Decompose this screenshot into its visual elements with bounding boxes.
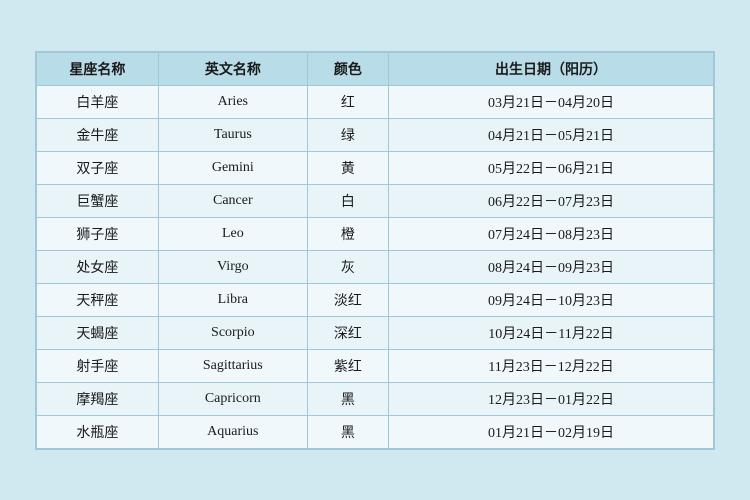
cell-zodiac-name: 摩羯座 [37, 382, 159, 415]
table-row: 射手座Sagittarius紫红11月23日－12月22日 [37, 349, 714, 382]
cell-zodiac-name: 水瓶座 [37, 415, 159, 448]
header-name: 星座名称 [37, 52, 159, 85]
header-date: 出生日期（阳历） [389, 52, 714, 85]
cell-color: 紫红 [307, 349, 388, 382]
cell-english-name: Leo [158, 217, 307, 250]
cell-english-name: Aries [158, 85, 307, 118]
cell-zodiac-name: 白羊座 [37, 85, 159, 118]
cell-english-name: Gemini [158, 151, 307, 184]
table-row: 天蝎座Scorpio深红10月24日－11月22日 [37, 316, 714, 349]
cell-color: 黑 [307, 415, 388, 448]
zodiac-table-container: 星座名称 英文名称 颜色 出生日期（阳历） 白羊座Aries红03月21日－04… [35, 51, 715, 450]
cell-color: 灰 [307, 250, 388, 283]
cell-english-name: Libra [158, 283, 307, 316]
cell-color: 绿 [307, 118, 388, 151]
cell-color: 红 [307, 85, 388, 118]
cell-zodiac-name: 狮子座 [37, 217, 159, 250]
cell-english-name: Virgo [158, 250, 307, 283]
table-row: 水瓶座Aquarius黑01月21日－02月19日 [37, 415, 714, 448]
cell-date: 10月24日－11月22日 [389, 316, 714, 349]
cell-zodiac-name: 巨蟹座 [37, 184, 159, 217]
cell-date: 11月23日－12月22日 [389, 349, 714, 382]
cell-zodiac-name: 双子座 [37, 151, 159, 184]
table-row: 金牛座Taurus绿04月21日－05月21日 [37, 118, 714, 151]
cell-zodiac-name: 处女座 [37, 250, 159, 283]
cell-english-name: Sagittarius [158, 349, 307, 382]
table-row: 双子座Gemini黄05月22日－06月21日 [37, 151, 714, 184]
cell-date: 06月22日－07月23日 [389, 184, 714, 217]
cell-zodiac-name: 天秤座 [37, 283, 159, 316]
cell-color: 淡红 [307, 283, 388, 316]
cell-english-name: Taurus [158, 118, 307, 151]
cell-date: 08月24日－09月23日 [389, 250, 714, 283]
cell-color: 黑 [307, 382, 388, 415]
table-row: 白羊座Aries红03月21日－04月20日 [37, 85, 714, 118]
cell-zodiac-name: 射手座 [37, 349, 159, 382]
cell-zodiac-name: 金牛座 [37, 118, 159, 151]
table-row: 狮子座Leo橙07月24日－08月23日 [37, 217, 714, 250]
cell-date: 09月24日－10月23日 [389, 283, 714, 316]
cell-english-name: Aquarius [158, 415, 307, 448]
cell-english-name: Capricorn [158, 382, 307, 415]
table-row: 摩羯座Capricorn黑12月23日－01月22日 [37, 382, 714, 415]
cell-color: 橙 [307, 217, 388, 250]
cell-date: 04月21日－05月21日 [389, 118, 714, 151]
cell-color: 黄 [307, 151, 388, 184]
header-english: 英文名称 [158, 52, 307, 85]
cell-english-name: Cancer [158, 184, 307, 217]
cell-date: 01月21日－02月19日 [389, 415, 714, 448]
table-header-row: 星座名称 英文名称 颜色 出生日期（阳历） [37, 52, 714, 85]
cell-zodiac-name: 天蝎座 [37, 316, 159, 349]
cell-date: 03月21日－04月20日 [389, 85, 714, 118]
zodiac-table: 星座名称 英文名称 颜色 出生日期（阳历） 白羊座Aries红03月21日－04… [36, 52, 714, 449]
cell-english-name: Scorpio [158, 316, 307, 349]
header-color: 颜色 [307, 52, 388, 85]
table-row: 天秤座Libra淡红09月24日－10月23日 [37, 283, 714, 316]
table-row: 巨蟹座Cancer白06月22日－07月23日 [37, 184, 714, 217]
table-row: 处女座Virgo灰08月24日－09月23日 [37, 250, 714, 283]
cell-color: 白 [307, 184, 388, 217]
cell-date: 05月22日－06月21日 [389, 151, 714, 184]
cell-color: 深红 [307, 316, 388, 349]
cell-date: 12月23日－01月22日 [389, 382, 714, 415]
cell-date: 07月24日－08月23日 [389, 217, 714, 250]
